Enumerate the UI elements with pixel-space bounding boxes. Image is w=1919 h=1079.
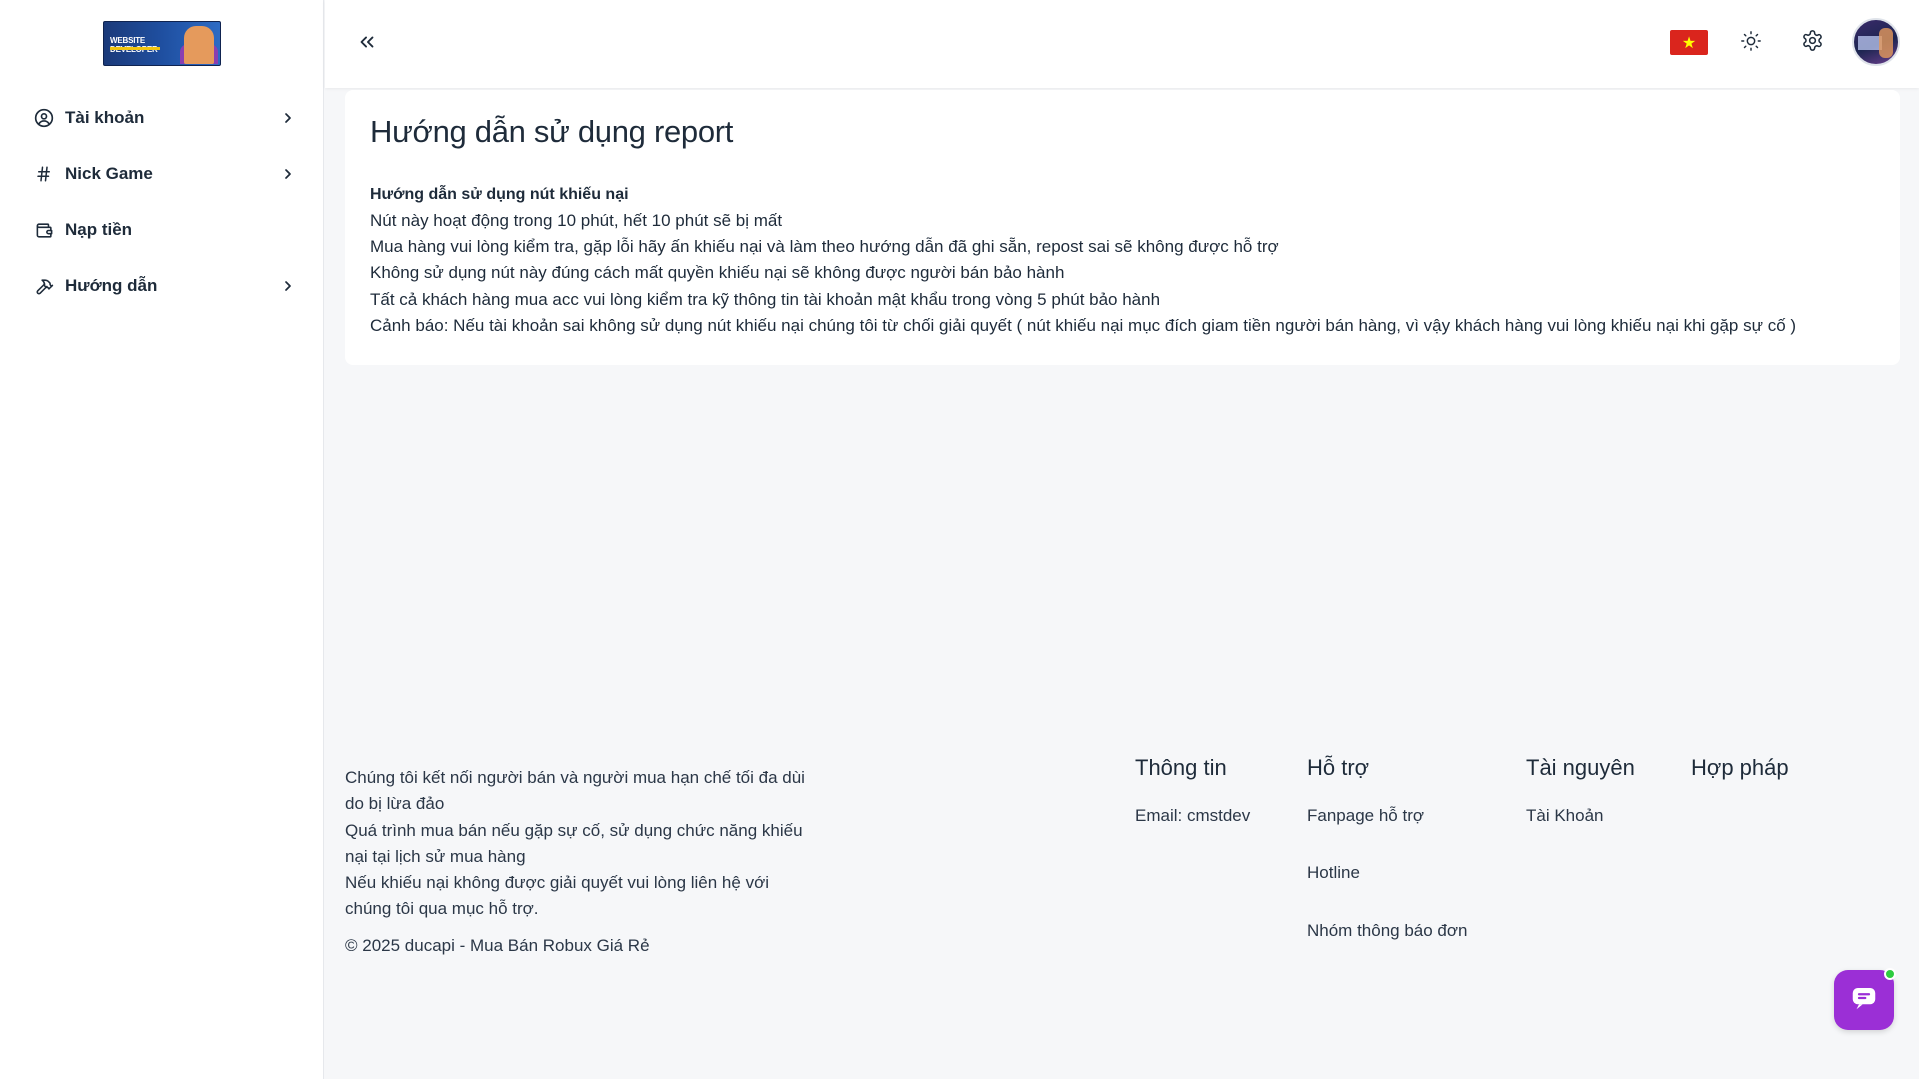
online-status-dot	[1884, 968, 1896, 980]
footer-copyright: © 2025 ducapi - Mua Bán Robux Giá Rẻ	[345, 936, 650, 955]
logo-underline	[110, 47, 160, 50]
section-subtitle: Hướng dẫn sử dụng nút khiếu nại	[370, 186, 629, 203]
sidebar-item-deposit[interactable]: Nạp tiền	[34, 214, 298, 246]
footer-heading-support: Hỗ trợ	[1307, 755, 1370, 780]
logo-figure-head	[184, 26, 214, 64]
page-title: Hướng dẫn sử dụng report	[370, 114, 734, 149]
footer-heading-resources: Tài nguyên	[1526, 755, 1635, 780]
footer-about-line: chúng tôi qua mục hỗ trợ.	[345, 899, 539, 918]
guide-line: Nút này hoạt động trong 10 phút, hết 10 …	[370, 211, 783, 230]
sidebar-item-nick-game[interactable]: Nick Game	[34, 158, 298, 190]
site-logo[interactable]: WEBSITE DEVELOPER	[103, 21, 221, 66]
chevron-right-icon	[278, 276, 298, 296]
footer-heading-legal: Hợp pháp	[1691, 755, 1789, 780]
collapse-sidebar-button[interactable]	[353, 30, 381, 58]
user-circle-icon	[34, 108, 54, 128]
logo-text: WEBSITE DEVELOPER	[110, 36, 158, 54]
footer-link-fanpage[interactable]: Fanpage hỗ trợ	[1307, 806, 1424, 826]
chevron-right-icon	[278, 108, 298, 128]
guide-line: Cảnh báo: Nếu tài khoản sai không sử dụn…	[370, 316, 1797, 335]
sun-icon	[1740, 30, 1762, 57]
wallet-icon	[34, 220, 54, 240]
top-header: ★	[325, 0, 1919, 88]
footer-link-email[interactable]: Email: cmstdev	[1135, 806, 1250, 826]
guide-line: Không sử dụng nút này đúng cách mất quyề…	[370, 263, 1065, 282]
sidebar-item-guide[interactable]: Hướng dẫn	[34, 270, 298, 302]
footer-about-line: Nếu khiếu nại không được giải quyết vui …	[345, 873, 769, 892]
hash-icon	[34, 164, 54, 184]
sidebar-item-label: Nạp tiền	[65, 220, 133, 239]
chevrons-left-icon	[356, 31, 378, 58]
footer-about-line: Quá trình mua bán nếu gặp sự cố, sử dụng…	[345, 821, 803, 840]
footer-about-line: Chúng tôi kết nối người bán và người mua…	[345, 768, 805, 787]
vietnam-flag-icon[interactable]: ★	[1670, 30, 1708, 55]
guide-line: Tất cả khách hàng mua acc vui lòng kiểm …	[370, 290, 1161, 309]
footer-link-accounts[interactable]: Tài Khoản	[1526, 806, 1604, 826]
footer-link-hotline[interactable]: Hotline	[1307, 863, 1360, 883]
gear-icon	[1801, 29, 1824, 57]
chat-bubble-icon	[1849, 983, 1879, 1018]
flag-star: ★	[1681, 32, 1697, 52]
hammer-icon	[34, 276, 54, 296]
sidebar-item-label: Hướng dẫn	[65, 276, 158, 295]
footer-about-line: do bị lừa đảo	[345, 794, 445, 813]
user-avatar[interactable]	[1852, 18, 1900, 66]
sidebar: WEBSITE DEVELOPER Tài khoản Nick Game Nạ…	[0, 0, 324, 1079]
settings-button[interactable]	[1799, 30, 1825, 56]
chat-button[interactable]	[1834, 968, 1896, 1030]
theme-toggle-button[interactable]	[1738, 30, 1764, 56]
footer-heading-info: Thông tin	[1135, 755, 1227, 780]
sidebar-item-label: Tài khoản	[65, 108, 145, 127]
guide-line: Mua hàng vui lòng kiểm tra, gặp lỗi hãy …	[370, 237, 1279, 256]
footer-link-notify-group[interactable]: Nhóm thông báo đơn	[1307, 921, 1467, 941]
guide-card: Hướng dẫn sử dụng report Hướng dẫn sử dụ…	[345, 90, 1900, 365]
footer-about-line: nại tại lịch sử mua hàng	[345, 847, 526, 866]
avatar-detail	[1879, 28, 1893, 58]
chevron-right-icon	[278, 164, 298, 184]
sidebar-item-account[interactable]: Tài khoản	[34, 102, 298, 134]
sidebar-item-label: Nick Game	[65, 164, 153, 183]
